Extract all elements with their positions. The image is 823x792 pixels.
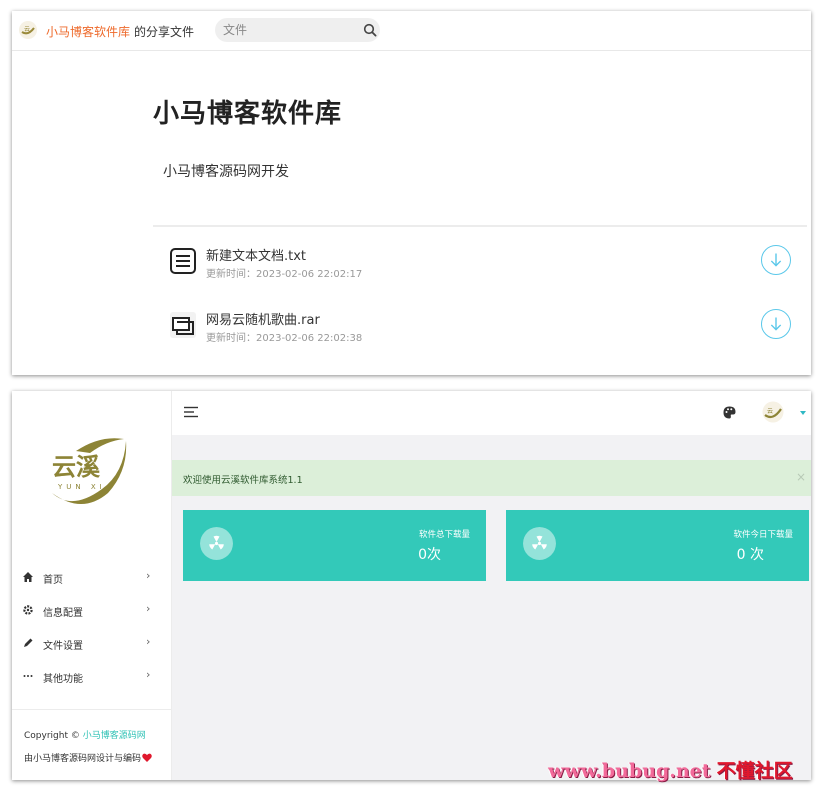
yunxi-logo: 云溪 YUN XI [52,438,127,504]
sidebar-item-config[interactable]: 信息配置 › [12,599,171,623]
admin-panel: 云溪 YUN XI 首页 › 信息配置 › 文件设置 › 其他功能 › Copy… [12,391,811,780]
credit-text: 由小马博客源码网设计与编码 [24,751,152,764]
top-bar: 云 小马博客软件库 的分享文件 [12,11,811,51]
avatar[interactable]: 云 [762,401,784,423]
gear-icon [23,605,33,615]
radiation-icon [523,527,556,560]
sidebar-item-other[interactable]: 其他功能 › [12,665,171,689]
search-icon[interactable] [363,23,377,37]
chevron-right-icon: › [146,635,151,648]
watermark-brand: 不懂社区 [716,760,793,782]
sidebar-item-label: 其他功能 [43,674,83,685]
watermark: www.bubug.net 不懂社区 [548,756,818,786]
logo-text: 云溪 [52,453,101,481]
stat-value: 0 次 [736,547,764,563]
page-description: 小马博客源码网开发 [163,164,289,180]
sidebar-item-home[interactable]: 首页 › [12,566,171,590]
heart-icon [142,753,152,762]
home-icon [23,572,33,582]
download-button[interactable] [761,245,791,275]
menu-icon[interactable] [184,406,198,418]
stat-label: 软件总下载量 [418,530,470,540]
radiation-icon [200,527,233,560]
pencil-icon [24,638,33,647]
text-file-icon [170,248,196,274]
share-page-panel: 云 小马博客软件库 的分享文件 小马博客软件库 小马博客源码网开发 新建文本文档… [12,11,811,375]
chevron-right-icon: › [146,602,151,615]
file-update-time: 更新时间：2023-02-06 22:02:17 [206,269,363,280]
file-update-time: 更新时间：2023-02-06 22:02:38 [206,333,363,344]
credit-label: 由小马博客源码网设计与编码 [24,754,142,764]
divider [153,225,807,227]
page-title: 小马博客软件库 [153,99,343,129]
admin-header: 云 [172,391,811,435]
brand-logo-icon[interactable]: 云 [18,20,38,40]
search-box[interactable] [215,18,380,42]
file-name[interactable]: 网易云随机歌曲.rar [206,309,320,328]
copyright-prefix: Copyright © [24,731,80,741]
download-button[interactable] [761,309,791,339]
file-row[interactable]: 网易云随机歌曲.rar 更新时间：2023-02-06 22:02:38 [169,307,799,351]
stat-label: 软件今日下载量 [733,530,793,540]
watermark-domain: www.bubug.net [548,760,711,782]
archive-file-icon [170,312,196,338]
more-icon [23,675,33,677]
sidebar-item-label: 首页 [43,575,63,586]
stat-card-today: 软件今日下载量 0 次 [506,510,809,581]
file-name[interactable]: 新建文本文档.txt [206,245,306,264]
sidebar: 云溪 YUN XI 首页 › 信息配置 › 文件设置 › 其他功能 › Copy… [12,391,172,780]
file-row[interactable]: 新建文本文档.txt 更新时间：2023-02-06 22:02:17 [169,243,799,287]
logo-subtext: YUN XI [57,483,106,491]
copyright: Copyright © 小马博客源码网 [24,728,146,741]
search-input[interactable] [223,21,353,39]
welcome-notice: 欢迎使用云溪软件库系统1.1 × [172,460,811,496]
brand-name-link[interactable]: 小马博客软件库 [46,23,130,40]
divider [12,709,171,710]
sidebar-item-label: 信息配置 [43,608,83,619]
copyright-link[interactable]: 小马博客源码网 [83,731,146,741]
svg-text:云: 云 [24,26,30,33]
brand-suffix-text: 的分享文件 [134,25,195,39]
chevron-right-icon: › [146,569,151,582]
sidebar-item-files[interactable]: 文件设置 › [12,632,171,656]
close-icon[interactable]: × [796,470,806,484]
caret-down-icon[interactable] [800,411,806,415]
stat-card-total: 软件总下载量 0次 [183,510,486,581]
chevron-right-icon: › [146,668,151,681]
svg-text:云: 云 [767,408,773,415]
stat-value: 0次 [418,547,441,563]
notice-text: 欢迎使用云溪软件库系统1.1 [183,475,303,486]
palette-icon[interactable] [723,406,736,419]
sidebar-item-label: 文件设置 [43,641,83,652]
